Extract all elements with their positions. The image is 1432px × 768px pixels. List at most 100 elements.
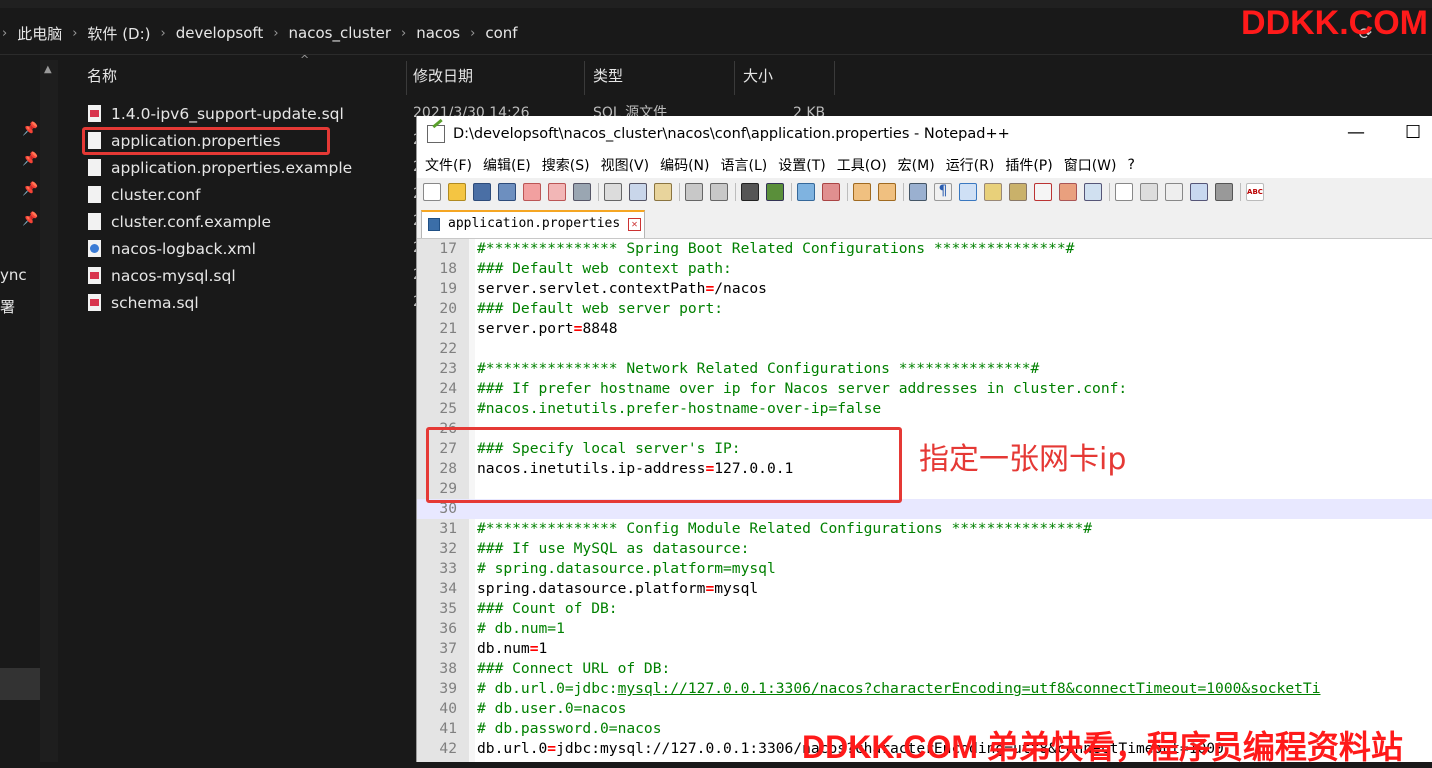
breadcrumb-conf[interactable]: conf <box>485 24 517 42</box>
code-line[interactable]: 22 <box>417 339 1432 359</box>
new-file-icon[interactable] <box>423 183 441 201</box>
pin-icon[interactable]: 📌 <box>22 205 38 235</box>
monitoring-icon[interactable] <box>1084 183 1102 201</box>
code-line[interactable]: 20 ### Default web server port: <box>417 299 1432 319</box>
code-line[interactable]: 33 # spring.datasource.platform=mysql <box>417 559 1432 579</box>
column-divider[interactable] <box>834 61 835 95</box>
spell-check-icon[interactable]: ABC <box>1246 183 1264 201</box>
list-item[interactable]: nacos-mysql.sql <box>88 262 352 289</box>
menu-file[interactable]: 文件(F) <box>425 155 472 175</box>
menu-language[interactable]: 语言(L) <box>721 155 768 175</box>
scroll-up-icon[interactable]: ▲ <box>44 64 52 75</box>
play-macro-icon[interactable] <box>1165 183 1183 201</box>
code-line[interactable]: 39 # db.url.0=jdbc:mysql://127.0.0.1:3306… <box>417 679 1432 699</box>
close-all-icon[interactable] <box>548 183 566 201</box>
breadcrumb[interactable]: › 此电脑 › 软件 (D:) › developsoft › nacos_cl… <box>0 16 518 50</box>
menu-settings[interactable]: 设置(T) <box>778 155 825 175</box>
nav-item-selected[interactable] <box>0 668 40 700</box>
column-name[interactable]: 名称 <box>87 57 117 95</box>
record-macro-icon[interactable] <box>1115 183 1133 201</box>
code-line[interactable]: 37 db.num=1 <box>417 639 1432 659</box>
breadcrumb-this-pc[interactable]: 此电脑 <box>17 23 62 44</box>
sync-vertical-icon[interactable] <box>853 183 871 201</box>
menu-macro[interactable]: 宏(M) <box>898 155 935 175</box>
run-macro-multiple-icon[interactable] <box>1190 183 1208 201</box>
pin-icon[interactable]: 📌 <box>22 145 38 175</box>
code-line[interactable]: 17 #*************** Spring Boot Related C… <box>417 239 1432 259</box>
pin-icon[interactable]: 📌 <box>22 115 38 145</box>
sync-horizontal-icon[interactable] <box>878 183 896 201</box>
doc-map-icon[interactable] <box>1009 183 1027 201</box>
find-icon[interactable] <box>741 183 759 201</box>
undo-icon[interactable] <box>685 183 703 201</box>
close-file-icon[interactable] <box>523 183 541 201</box>
cut-icon[interactable] <box>604 183 622 201</box>
notepad-titlebar[interactable]: D:\developsoft\nacos_cluster\nacos\conf\… <box>417 116 1432 152</box>
code-line[interactable]: 32 ### If use MySQL as datasource: <box>417 539 1432 559</box>
breadcrumb-nacos-cluster[interactable]: nacos_cluster <box>289 24 391 42</box>
stop-macro-icon[interactable] <box>1140 183 1158 201</box>
copy-icon[interactable] <box>629 183 647 201</box>
list-item[interactable]: nacos-logback.xml <box>88 235 352 262</box>
list-item[interactable]: cluster.conf <box>88 181 352 208</box>
save-all-icon[interactable] <box>498 183 516 201</box>
code-line[interactable]: 24 ### If prefer hostname over ip for Nac… <box>417 379 1432 399</box>
open-folder-icon[interactable] <box>448 183 466 201</box>
list-item[interactable]: cluster.conf.example <box>88 208 352 235</box>
menu-encoding[interactable]: 编码(N) <box>660 155 709 175</box>
code-line[interactable]: 38 ### Connect URL of DB: <box>417 659 1432 679</box>
column-type[interactable]: 类型 <box>593 57 623 95</box>
paste-icon[interactable] <box>654 183 672 201</box>
folder-workspace-icon[interactable] <box>1059 183 1077 201</box>
menu-edit[interactable]: 编辑(E) <box>483 155 531 175</box>
code-line[interactable]: 34 spring.datasource.platform=mysql <box>417 579 1432 599</box>
column-divider[interactable] <box>734 61 735 95</box>
comment-link-text[interactable]: mysql://127.0.0.1:3306/nacos?characterEn… <box>618 680 1321 697</box>
breadcrumb-nacos[interactable]: nacos <box>416 24 460 42</box>
menu-search[interactable]: 搜索(S) <box>542 155 590 175</box>
show-all-chars-icon[interactable]: ¶ <box>934 183 952 201</box>
menu-view[interactable]: 视图(V) <box>601 155 650 175</box>
minimize-icon[interactable]: — <box>1347 116 1365 152</box>
list-item[interactable]: schema.sql <box>88 289 352 316</box>
code-line[interactable]: 31 #*************** Config Module Related… <box>417 519 1432 539</box>
code-line[interactable]: 40 # db.user.0=nacos <box>417 699 1432 719</box>
menu-run[interactable]: 运行(R) <box>946 155 995 175</box>
pin-icon[interactable]: 📌 <box>22 175 38 205</box>
code-line[interactable]: 19 server.servlet.contextPath=/nacos <box>417 279 1432 299</box>
column-date[interactable]: 修改日期 <box>413 57 473 95</box>
tab-application-properties[interactable]: application.properties ✕ <box>421 210 645 238</box>
indent-guide-icon[interactable] <box>959 183 977 201</box>
zoom-in-icon[interactable] <box>797 183 815 201</box>
breadcrumb-developsoft[interactable]: developsoft <box>176 24 264 42</box>
redo-icon[interactable] <box>710 183 728 201</box>
nav-item-partial[interactable]: ync <box>0 266 27 284</box>
close-tab-icon[interactable]: ✕ <box>628 218 641 231</box>
menu-window[interactable]: 窗口(W) <box>1064 155 1117 175</box>
replace-icon[interactable] <box>766 183 784 201</box>
code-line[interactable]: 23 #*************** Network Related Confi… <box>417 359 1432 379</box>
column-size[interactable]: 大小 <box>743 57 773 95</box>
print-icon[interactable] <box>573 183 591 201</box>
code-line[interactable]: 35 ### Count of DB: <box>417 599 1432 619</box>
menu-help[interactable]: ? <box>1128 157 1135 173</box>
save-icon[interactable] <box>473 183 491 201</box>
column-divider[interactable] <box>584 61 585 95</box>
breadcrumb-drive-d[interactable]: 软件 (D:) <box>87 23 150 44</box>
nav-item-partial[interactable]: 署 <box>0 296 15 317</box>
zoom-out-icon[interactable] <box>822 183 840 201</box>
maximize-icon[interactable]: ☐ <box>1405 116 1421 152</box>
code-line[interactable]: 21 server.port=8848 <box>417 319 1432 339</box>
menu-plugins[interactable]: 插件(P) <box>1005 155 1052 175</box>
column-divider[interactable] <box>406 61 407 95</box>
code-line[interactable]: 18 ### Default web context path: <box>417 259 1432 279</box>
nav-scrollbar[interactable]: ▲ <box>40 60 58 762</box>
word-wrap-icon[interactable] <box>909 183 927 201</box>
function-list-icon[interactable] <box>1034 183 1052 201</box>
code-line[interactable]: 36 # db.num=1 <box>417 619 1432 639</box>
list-item[interactable]: application.properties.example <box>88 154 352 181</box>
user-language-icon[interactable] <box>984 183 1002 201</box>
save-macro-icon[interactable] <box>1215 183 1233 201</box>
menu-tools[interactable]: 工具(O) <box>837 155 887 175</box>
list-item[interactable]: 1.4.0-ipv6_support-update.sql <box>88 100 352 127</box>
